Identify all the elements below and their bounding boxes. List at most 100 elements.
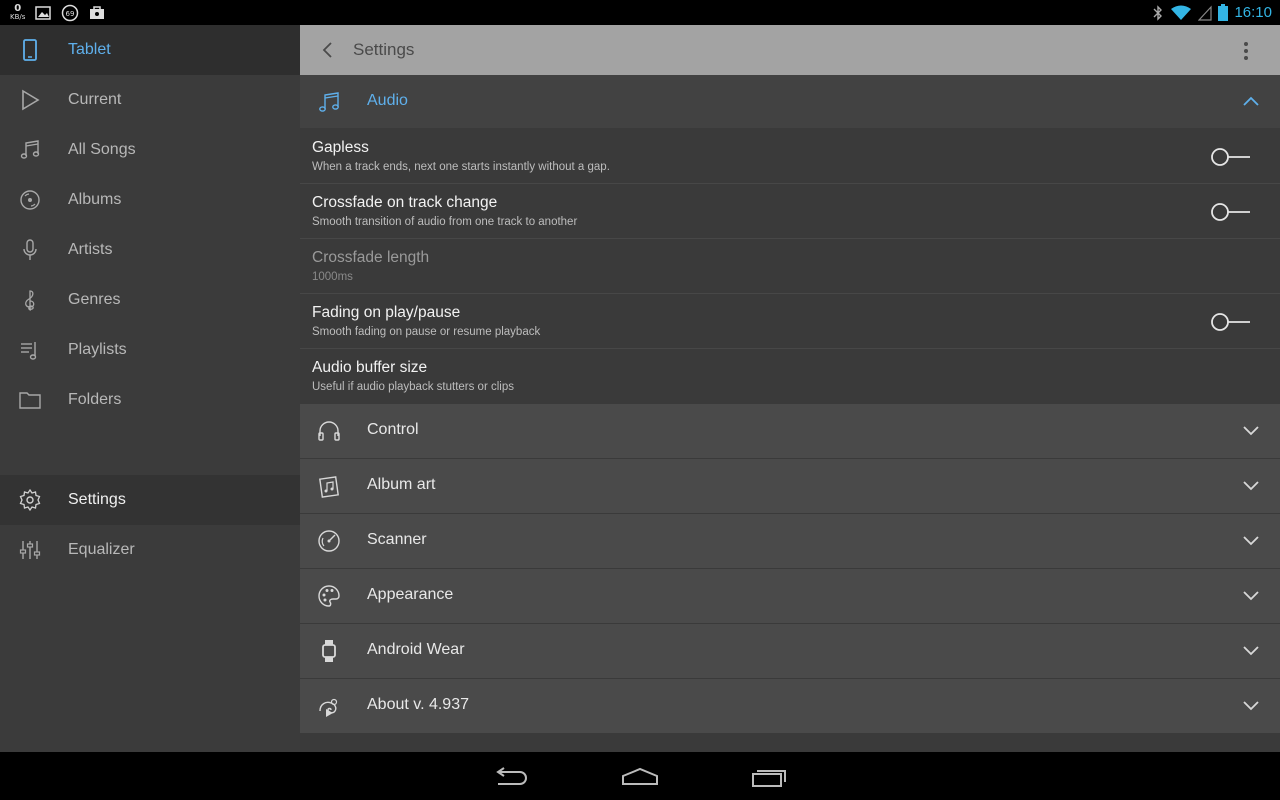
section-audio[interactable]: Audio (300, 75, 1280, 129)
chevron-up-icon (1243, 96, 1259, 106)
chameleon-icon (319, 698, 338, 717)
navigation-drawer: Tablet Current All Songs Albums Artists … (0, 25, 300, 752)
app-bar: Settings (300, 25, 1280, 75)
pref-summary: Useful if audio playback stutters or cli… (312, 381, 514, 393)
watch-icon (322, 640, 336, 662)
system-navigation-bar (0, 752, 1280, 800)
tablet-icon (23, 39, 37, 61)
sidebar-item-label: All Songs (68, 141, 136, 158)
sidebar-item-label: Settings (68, 491, 126, 508)
battery-icon (1218, 4, 1229, 21)
fading-toggle[interactable] (1208, 311, 1252, 333)
section-album-art[interactable]: Album art (300, 459, 1280, 514)
net-speed-value: 0 (14, 2, 22, 14)
section-label: About v. 4.937 (367, 696, 469, 713)
settings-pane: Settings Audio Gapless When a track ends… (300, 25, 1280, 752)
sidebar-header-label: Tablet (68, 41, 111, 58)
sidebar-item-albums[interactable]: Albums (0, 175, 300, 225)
gear-icon (19, 488, 41, 512)
wifi-icon (1171, 5, 1192, 20)
chevron-down-icon (1243, 481, 1259, 491)
badge-notification-icon: 69 (62, 4, 79, 21)
audio-preferences: Gapless When a track ends, next one star… (300, 129, 1280, 404)
palette-icon (318, 585, 340, 607)
sidebar-item-label: Current (68, 91, 122, 108)
chevron-down-icon (1243, 591, 1259, 601)
equalizer-icon (19, 541, 41, 559)
sidebar-item-label: Artists (68, 241, 113, 258)
section-label: Scanner (367, 531, 427, 548)
pref-fading-play-pause[interactable]: Fading on play/pause Smooth fading on pa… (300, 294, 1280, 349)
pref-summary: Smooth transition of audio from one trac… (312, 216, 578, 228)
clock: 16:10 (1234, 4, 1272, 21)
microphone-icon (23, 239, 37, 260)
section-control[interactable]: Control (300, 404, 1280, 459)
sidebar-item-label: Equalizer (68, 541, 135, 558)
status-bar: 0 KB/s 69 16:10 (0, 0, 1280, 25)
headphones-icon (318, 421, 340, 441)
sidebar-item-label: Playlists (68, 341, 127, 358)
sidebar-item-folders[interactable]: Folders (0, 375, 300, 425)
image-notification-icon (35, 5, 52, 20)
gapless-toggle[interactable] (1208, 146, 1252, 168)
music-note-icon (319, 92, 339, 112)
sidebar-item-label: Folders (68, 391, 122, 408)
section-label: Android Wear (367, 641, 465, 658)
back-button[interactable] (492, 766, 532, 788)
sidebar-item-all-songs[interactable]: All Songs (0, 125, 300, 175)
treble-clef-icon (25, 290, 35, 311)
pref-crossfade[interactable]: Crossfade on track change Smooth transit… (300, 184, 1280, 239)
pref-title: Audio buffer size (312, 359, 428, 376)
net-speed-unit: KB/s (10, 12, 26, 21)
pref-title: Crossfade on track change (312, 194, 498, 211)
sidebar-item-artists[interactable]: Artists (0, 225, 300, 275)
section-android-wear[interactable]: Android Wear (300, 624, 1280, 679)
pref-summary: When a track ends, next one starts insta… (312, 161, 610, 173)
svg-text:69: 69 (66, 10, 75, 18)
pref-gapless[interactable]: Gapless When a track ends, next one star… (300, 129, 1280, 184)
page-title: Settings (353, 40, 415, 59)
pref-crossfade-length: Crossfade length 1000ms (300, 239, 1280, 294)
signal-icon (1198, 4, 1213, 21)
section-label: Control (367, 421, 419, 438)
crossfade-toggle[interactable] (1208, 201, 1252, 223)
briefcase-notification-icon (90, 5, 105, 19)
folder-icon (19, 392, 41, 409)
sidebar-item-current[interactable]: Current (0, 75, 300, 125)
section-label: Appearance (367, 586, 454, 603)
sidebar-item-playlists[interactable]: Playlists (0, 325, 300, 375)
pref-title: Fading on play/pause (312, 304, 461, 321)
disc-icon (20, 190, 40, 210)
album-art-icon (319, 476, 339, 498)
chevron-down-icon (1243, 536, 1259, 546)
overflow-menu-icon[interactable] (1236, 41, 1256, 61)
sidebar-item-label: Albums (68, 191, 122, 208)
bluetooth-icon (1153, 4, 1163, 21)
pref-title: Crossfade length (312, 249, 430, 266)
pref-audio-buffer-size[interactable]: Audio buffer size Useful if audio playba… (300, 349, 1280, 404)
play-icon (22, 89, 40, 111)
back-arrow-icon[interactable] (320, 40, 336, 60)
sidebar-item-genres[interactable]: Genres (0, 275, 300, 325)
scanner-icon (318, 530, 340, 552)
section-label: Audio (367, 92, 408, 109)
section-about[interactable]: About v. 4.937 (300, 679, 1280, 734)
pref-title: Gapless (312, 139, 369, 156)
home-button[interactable] (620, 766, 660, 788)
recent-apps-button[interactable] (749, 766, 789, 788)
sidebar-header-tablet[interactable]: Tablet (0, 25, 300, 75)
sidebar-item-label: Genres (68, 291, 121, 308)
section-appearance[interactable]: Appearance (300, 569, 1280, 624)
section-scanner[interactable]: Scanner (300, 514, 1280, 569)
chevron-down-icon (1243, 701, 1259, 711)
music-note-icon (20, 140, 40, 159)
chevron-down-icon (1243, 426, 1259, 436)
sidebar-item-equalizer[interactable]: Equalizer (0, 525, 300, 575)
pref-summary: Smooth fading on pause or resume playbac… (312, 326, 541, 338)
section-label: Album art (367, 476, 436, 493)
pref-summary: 1000ms (312, 271, 353, 283)
sidebar-item-settings[interactable]: Settings (0, 475, 300, 525)
net-speed-indicator: 0 KB/s (10, 2, 26, 21)
playlist-icon (21, 342, 37, 360)
